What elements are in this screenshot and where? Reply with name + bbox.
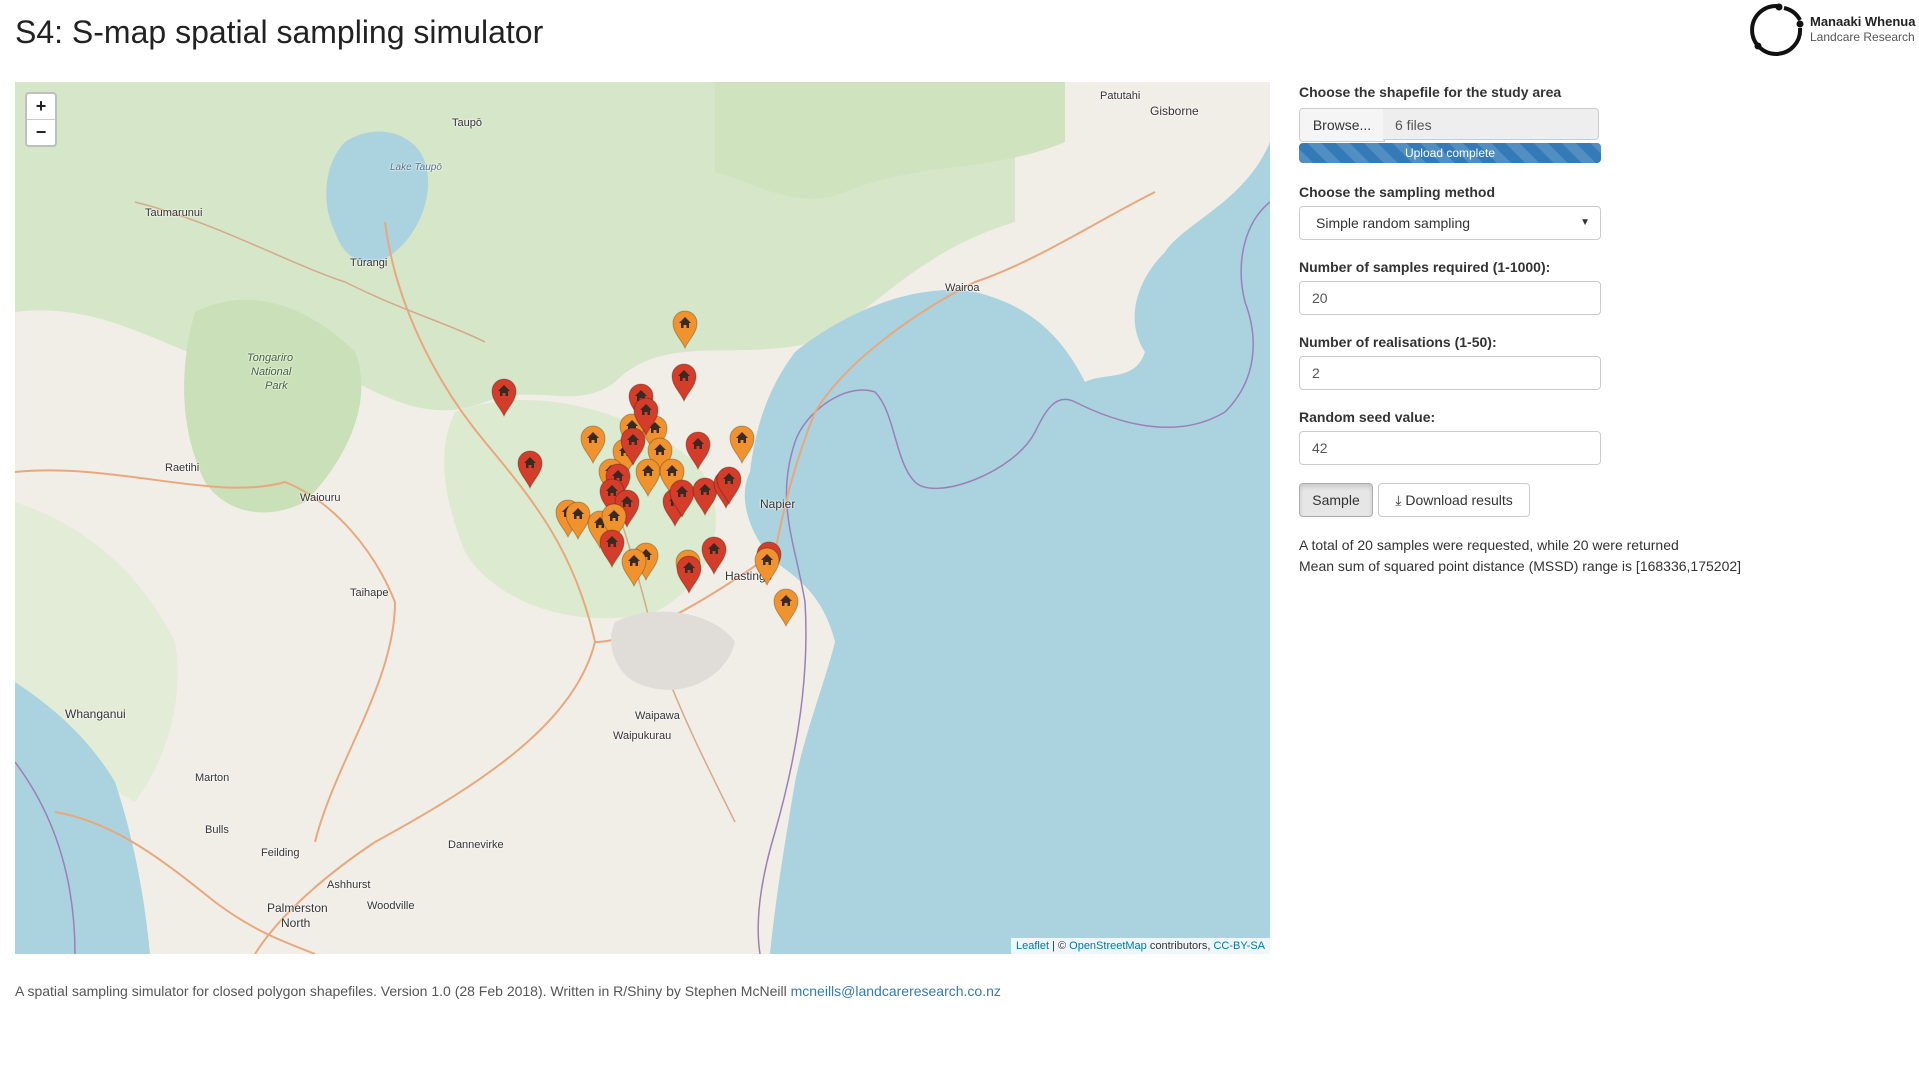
download-button-label: Download results xyxy=(1405,492,1513,508)
result-summary: A total of 20 samples were requested, wh… xyxy=(1299,537,1679,553)
sample-point-marker[interactable] xyxy=(753,546,781,587)
samples-label: Number of samples required (1-1000): xyxy=(1299,259,1551,275)
footer-text: A spatial sampling simulator for closed … xyxy=(15,983,791,999)
file-input-group: Browse... 6 files xyxy=(1299,108,1601,142)
download-button[interactable]: ⤓ Download results xyxy=(1378,483,1530,517)
zoom-out-button[interactable]: − xyxy=(27,119,55,145)
seed-label: Random seed value: xyxy=(1299,409,1436,425)
logo-line-2: Landcare Research xyxy=(1810,30,1915,44)
place-label: Lake Taupō xyxy=(390,162,442,173)
place-label: National xyxy=(251,366,292,378)
place-label: North xyxy=(281,916,311,930)
upload-progress: Upload complete xyxy=(1299,143,1601,163)
sample-point-marker[interactable] xyxy=(670,362,698,403)
logo-line-1: Manaaki Whenua xyxy=(1810,14,1916,29)
download-icon: ⤓ xyxy=(1395,492,1402,508)
place-label: Waipawa xyxy=(635,710,680,722)
sample-point-marker[interactable] xyxy=(490,377,518,418)
place-label: Palmerston xyxy=(267,901,328,915)
attribution-separator: | © xyxy=(1049,940,1070,952)
method-label: Choose the sampling method xyxy=(1299,184,1496,200)
place-label: Dannevirke xyxy=(448,839,504,851)
place-label: Gisborne xyxy=(1150,104,1199,118)
sample-point-marker[interactable] xyxy=(675,554,703,595)
place-label: Waipukurau xyxy=(613,730,672,742)
sampling-method-value: Simple random sampling xyxy=(1316,215,1471,231)
place-label: Marton xyxy=(195,772,230,784)
author-email-link[interactable]: mcneills@landcareresearch.co.nz xyxy=(791,983,1001,999)
place-label: Waiouru xyxy=(300,492,341,504)
place-label: Ashhurst xyxy=(327,879,371,891)
sample-point-marker[interactable] xyxy=(715,465,743,506)
place-label: Taihape xyxy=(350,587,389,599)
map-attribution: Leaflet | © OpenStreetMap contributors, … xyxy=(1010,938,1270,954)
sample-point-marker[interactable] xyxy=(620,547,648,588)
file-name-field: 6 files xyxy=(1383,108,1599,140)
landcare-logo: Manaaki Whenua Landcare Research xyxy=(1748,0,1918,62)
sampling-method-select[interactable]: Simple random sampling ▼ xyxy=(1299,206,1601,240)
place-label: Bulls xyxy=(205,824,229,836)
sample-point-marker[interactable] xyxy=(700,535,728,576)
place-label: Tūrangi xyxy=(350,257,388,269)
osm-link[interactable]: OpenStreetMap xyxy=(1069,940,1147,952)
place-label: Tongariro xyxy=(247,352,294,364)
place-label: Park xyxy=(265,380,288,392)
sample-point-marker[interactable] xyxy=(671,309,699,350)
place-label: Napier xyxy=(760,497,796,511)
license-link[interactable]: CC-BY-SA xyxy=(1213,940,1265,952)
map-basemap[interactable] xyxy=(15,82,1270,954)
attribution-contributors: contributors, xyxy=(1146,940,1214,952)
samples-input[interactable]: 20 xyxy=(1299,281,1601,315)
browse-button[interactable]: Browse... xyxy=(1299,108,1385,142)
zoom-control: + − xyxy=(25,92,57,147)
place-label: Feilding xyxy=(261,847,300,859)
upload-progress-bar: Upload complete xyxy=(1299,143,1601,163)
caret-down-icon: ▼ xyxy=(1580,217,1590,228)
footer: A spatial sampling simulator for closed … xyxy=(15,983,1001,999)
sample-button[interactable]: Sample xyxy=(1299,483,1373,517)
place-label: Raetihi xyxy=(165,462,200,474)
place-label: Whanganui xyxy=(65,707,126,721)
place-label: Taupō xyxy=(452,117,482,129)
realisations-label: Number of realisations (1-50): xyxy=(1299,334,1497,350)
result-mssd: Mean sum of squared point distance (MSSD… xyxy=(1299,558,1742,574)
logo-ring-icon xyxy=(1750,3,1804,56)
sample-point-marker[interactable] xyxy=(772,587,800,628)
place-label: Wairoa xyxy=(945,282,980,294)
place-label: Patutahi xyxy=(1100,90,1141,102)
sample-point-marker[interactable] xyxy=(516,449,544,490)
sample-point-marker[interactable] xyxy=(728,424,756,465)
leaflet-link[interactable]: Leaflet xyxy=(1016,940,1049,952)
place-label: Woodville xyxy=(367,900,415,912)
zoom-in-button[interactable]: + xyxy=(27,94,55,119)
page-title: S4: S-map spatial sampling simulator xyxy=(15,14,544,50)
sampling-map[interactable]: + − Patutahi Gisborne Taupō Lake Taupō T… xyxy=(15,82,1270,954)
place-label: Taumarunui xyxy=(145,207,203,219)
sample-point-marker[interactable] xyxy=(684,430,712,471)
seed-input[interactable]: 42 xyxy=(1299,431,1601,465)
realisations-input[interactable]: 2 xyxy=(1299,356,1601,390)
shapefile-label: Choose the shapefile for the study area xyxy=(1299,84,1562,100)
